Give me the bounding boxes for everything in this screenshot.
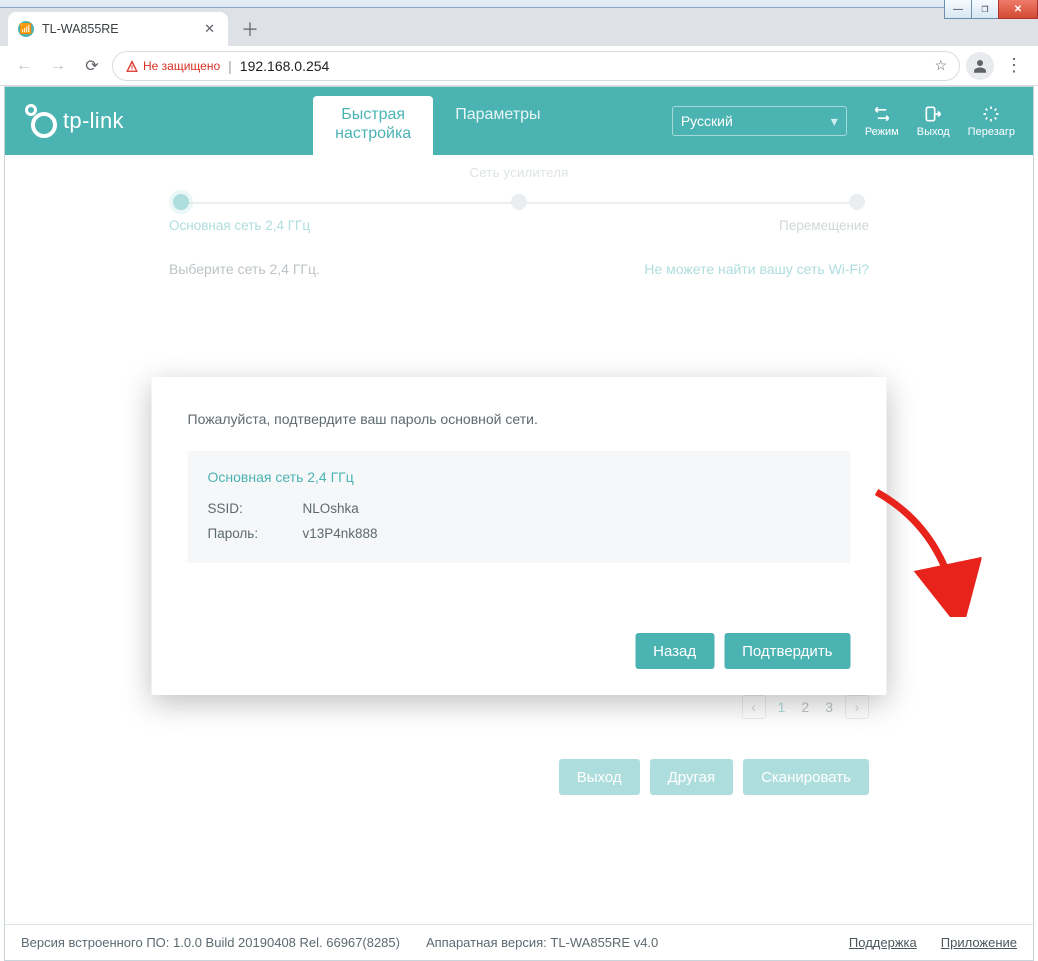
dialog-actions: Назад Подтвердить	[188, 633, 851, 669]
confirm-password-dialog: Пожалуйста, подтвердите ваш пароль основ…	[152, 377, 887, 695]
brand-text: tp-link	[63, 108, 124, 134]
tab-close-icon[interactable]: ✕	[201, 19, 218, 39]
browser-tabstrip: 📶 TL-WA855RE ✕ ＋	[0, 8, 1038, 46]
window-minimize-button[interactable]	[944, 0, 972, 19]
address-bar[interactable]: Не защищено | 192.168.0.254 ☆	[112, 51, 960, 81]
tab-parameters[interactable]: Параметры	[433, 96, 562, 155]
exit-icon	[923, 104, 943, 124]
brand-logo: tp-link	[23, 104, 124, 138]
dialog-title: Пожалуйста, подтвердите ваш пароль основ…	[188, 411, 851, 427]
reboot-button[interactable]: Перезагр	[968, 104, 1015, 138]
app-link[interactable]: Приложение	[941, 935, 1017, 950]
browser-tab[interactable]: 📶 TL-WA855RE ✕	[8, 12, 228, 46]
footer: Версия встроенного ПО: 1.0.0 Build 20190…	[5, 924, 1033, 960]
dialog-password-value: v13P4nk888	[303, 526, 378, 541]
new-tab-button[interactable]: ＋	[236, 15, 264, 43]
reboot-icon	[981, 104, 1001, 124]
insecure-icon: Не защищено	[125, 59, 220, 73]
browser-tab-title: TL-WA855RE	[42, 22, 119, 36]
window-maximize-button[interactable]	[971, 0, 999, 19]
confirm-button[interactable]: Подтвердить	[724, 633, 850, 669]
address-separator: |	[228, 58, 232, 74]
nav-forward-button[interactable]: →	[44, 52, 72, 80]
language-select[interactable]: Русский ▾	[672, 106, 847, 136]
tab-quick-setup[interactable]: Быстрая настройка	[313, 96, 433, 155]
page-frame: tp-link Быстрая настройка Параметры Русс…	[4, 86, 1034, 961]
insecure-label: Не защищено	[143, 59, 220, 73]
nav-back-button[interactable]: ←	[10, 52, 38, 80]
main-content: Сеть усилителя Основная сеть 2,4 ГГц Пер…	[5, 155, 1033, 924]
dialog-ssid-value: NLOshka	[303, 501, 359, 516]
profile-avatar-button[interactable]	[966, 52, 994, 80]
chevron-down-icon: ▾	[831, 113, 838, 130]
bookmark-star-icon[interactable]: ☆	[934, 57, 947, 74]
header-tabs: Быстрая настройка Параметры	[313, 96, 562, 155]
firmware-version: Версия встроенного ПО: 1.0.0 Build 20190…	[21, 935, 400, 950]
address-text: 192.168.0.254	[240, 58, 330, 74]
mode-button[interactable]: Режим	[865, 104, 899, 138]
hardware-version: Аппаратная версия: TL-WA855RE v4.0	[426, 935, 658, 950]
app-header: tp-link Быстрая настройка Параметры Русс…	[5, 87, 1033, 155]
support-link[interactable]: Поддержка	[849, 935, 917, 950]
browser-toolbar: ← → ⟳ Не защищено | 192.168.0.254 ☆ ⋮	[0, 46, 1038, 86]
dialog-network-label: Основная сеть 2,4 ГГц	[208, 469, 831, 485]
favicon-icon: 📶	[18, 21, 34, 37]
dialog-ssid-row: SSID: NLOshka	[208, 501, 831, 516]
language-value: Русский	[681, 113, 733, 129]
window-titlebar	[0, 0, 1038, 8]
exit-button[interactable]: Выход	[917, 104, 950, 138]
mode-icon	[872, 104, 892, 124]
nav-reload-button[interactable]: ⟳	[78, 52, 106, 80]
window-close-button[interactable]	[998, 0, 1038, 19]
dialog-password-row: Пароль: v13P4nk888	[208, 526, 831, 541]
dialog-network-box: Основная сеть 2,4 ГГц SSID: NLOshka Паро…	[188, 451, 851, 563]
brand-logo-icon	[23, 104, 57, 138]
back-button[interactable]: Назад	[635, 633, 714, 669]
browser-menu-button[interactable]: ⋮	[1000, 55, 1028, 76]
